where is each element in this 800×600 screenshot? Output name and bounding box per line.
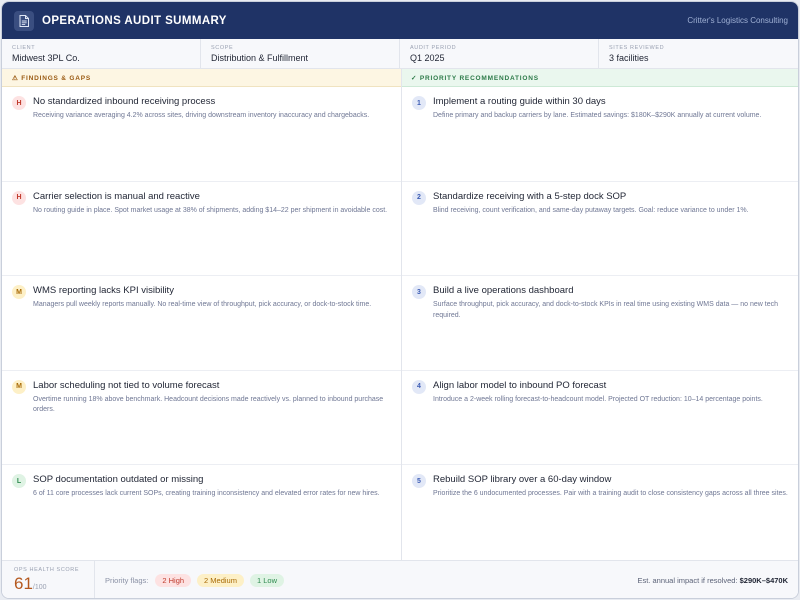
priority-number-badge: 4 <box>412 379 426 394</box>
finding-description: Managers pull weekly reports manually. N… <box>33 301 372 309</box>
severity-badge: L <box>12 474 26 489</box>
severity-badge: H <box>12 96 26 110</box>
recommendation-title: Rebuild SOP library over a 60-day window <box>433 474 612 486</box>
finding-body: WMS reporting lacks KPI visibility Manag… <box>33 285 391 370</box>
recommendation-title: Build a live operations dashboard <box>433 285 574 297</box>
meta-label: CLIENT <box>12 45 36 51</box>
recommendation-title: Align labor model to inbound PO forecast <box>433 379 607 391</box>
finding-body: Labor scheduling not tied to volume fore… <box>33 380 391 465</box>
finding-body: No standardized inbound receiving proces… <box>33 96 391 181</box>
meta-client: CLIENT Midwest 3PL Co. <box>2 39 201 68</box>
header-bar: OPERATIONS AUDIT SUMMARY Critter's Logis… <box>2 2 798 39</box>
audit-summary-card: OPERATIONS AUDIT SUMMARY Critter's Logis… <box>1 1 799 599</box>
recommendation-item: 1 Implement a routing guide within 30 da… <box>402 87 798 182</box>
recommendation-title: Implement a routing guide within 30 days <box>433 96 606 107</box>
finding-body: SOP documentation outdated or missing 6 … <box>33 474 391 560</box>
severity-badge: M <box>12 379 26 394</box>
recommendation-body: Implement a routing guide within 30 days… <box>433 96 791 181</box>
summary-footer: OPS HEALTH SCORE 61/100 Priority flags: … <box>2 560 798 598</box>
meta-value: Distribution & Fulfillment <box>211 53 309 63</box>
recommendation-description: Define primary and backup carriers by la… <box>433 112 762 119</box>
page-title: OPERATIONS AUDIT SUMMARY <box>42 14 227 27</box>
document-icon <box>14 10 34 31</box>
recommendation-description: Introduce a 2-week rolling forecast-to-h… <box>433 395 763 403</box>
recommendations-heading: ✓ PRIORITY RECOMMENDATIONS <box>401 69 798 87</box>
finding-body: Carrier selection is manual and reactive… <box>33 191 391 276</box>
recommendations-list: 1 Implement a routing guide within 30 da… <box>402 87 798 560</box>
recommendation-body: Build a live operations dashboard Surfac… <box>433 285 791 370</box>
recommendation-description: Blind receiving, count verification, and… <box>433 206 749 214</box>
finding-item: H No standardized inbound receiving proc… <box>2 87 401 182</box>
meta-sites-reviewed: SITES REVIEWED 3 facilities <box>599 39 798 68</box>
score-line: 61/100 <box>14 574 94 594</box>
meta-value: 3 facilities <box>609 53 649 63</box>
finding-item: M WMS reporting lacks KPI visibility Man… <box>2 276 401 371</box>
severity-badge: H <box>12 190 26 205</box>
finding-title: SOP documentation outdated or missing <box>33 474 204 486</box>
recommendation-body: Align labor model to inbound PO forecast… <box>433 380 791 465</box>
priority-number-badge: 2 <box>412 190 426 205</box>
finding-item: M Labor scheduling not tied to volume fo… <box>2 371 401 466</box>
meta-label: SITES REVIEWED <box>609 45 665 51</box>
flag-low-pill: 1 Low <box>249 574 284 587</box>
recommendation-item: 5 Rebuild SOP library over a 60-day wind… <box>402 465 798 560</box>
audit-meta-row: CLIENT Midwest 3PL Co. SCOPE Distributio… <box>2 39 798 69</box>
impact-value: $290K–$470K <box>739 576 788 585</box>
findings-heading: ⚠ FINDINGS & GAPS <box>2 69 401 87</box>
score-label: OPS HEALTH SCORE <box>14 567 80 573</box>
priority-flags: Priority flags: 2 High 2 Medium 1 Low <box>95 574 637 587</box>
finding-description: 6 of 11 core processes lack current SOPs… <box>33 490 380 498</box>
recommendation-item: 2 Standardize receiving with a 5-step do… <box>402 182 798 277</box>
finding-item: L SOP documentation outdated or missing … <box>2 465 401 560</box>
finding-description: Overtime running 18% above benchmark. He… <box>33 395 384 414</box>
consultant-name: Critter's Logistics Consulting <box>687 16 788 25</box>
recommendation-description: Prioritize the 6 undocumented processes.… <box>433 490 788 498</box>
finding-description: Receiving variance averaging 4.2% across… <box>33 112 370 119</box>
finding-title: Labor scheduling not tied to volume fore… <box>33 379 220 391</box>
recommendation-body: Rebuild SOP library over a 60-day window… <box>433 474 791 560</box>
score-value: 61 <box>14 574 33 593</box>
priority-number-badge: 1 <box>412 96 426 110</box>
priority-number-badge: 3 <box>412 285 426 300</box>
finding-title: Carrier selection is manual and reactive <box>33 190 200 202</box>
impact-label: Est. annual impact if resolved: <box>637 576 738 585</box>
flag-medium-pill: 2 Medium <box>197 574 244 587</box>
meta-value: Midwest 3PL Co. <box>12 53 80 63</box>
recommendation-description: Surface throughput, pick accuracy, and d… <box>433 301 778 319</box>
meta-value: Q1 2025 <box>410 53 445 63</box>
meta-label: AUDIT PERIOD <box>410 45 457 51</box>
score-max: /100 <box>32 584 47 591</box>
recommendation-body: Standardize receiving with a 5-step dock… <box>433 191 791 276</box>
recommendation-title: Standardize receiving with a 5-step dock… <box>433 190 627 202</box>
flags-label: Priority flags: <box>105 576 149 585</box>
findings-list: H No standardized inbound receiving proc… <box>2 87 401 560</box>
finding-title: No standardized inbound receiving proces… <box>33 96 216 107</box>
ops-health-score: OPS HEALTH SCORE 61/100 <box>2 561 95 598</box>
recommendation-item: 4 Align labor model to inbound PO foreca… <box>402 371 798 466</box>
annual-impact: Est. annual impact if resolved: $290K–$4… <box>637 576 798 585</box>
severity-badge: M <box>12 285 26 300</box>
recommendation-item: 3 Build a live operations dashboard Surf… <box>402 276 798 371</box>
meta-scope: SCOPE Distribution & Fulfillment <box>201 39 400 68</box>
finding-description: No routing guide in place. Spot market u… <box>33 206 388 214</box>
finding-item: H Carrier selection is manual and reacti… <box>2 182 401 277</box>
meta-label: SCOPE <box>211 45 234 51</box>
meta-audit-period: AUDIT PERIOD Q1 2025 <box>400 39 599 68</box>
priority-number-badge: 5 <box>412 474 426 489</box>
flag-high-pill: 2 High <box>155 574 192 587</box>
finding-title: WMS reporting lacks KPI visibility <box>33 285 174 297</box>
